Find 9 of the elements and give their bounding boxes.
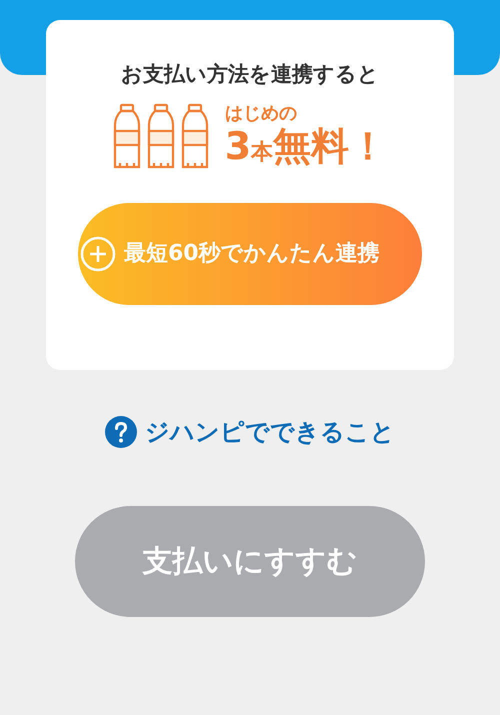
help-icon (105, 416, 137, 448)
plus-icon (80, 236, 116, 272)
help-link[interactable]: ジハンピでできること (145, 414, 395, 450)
offer-count: 3 (224, 127, 252, 166)
link-payment-button[interactable]: 最短60秒でかんたん連携 (78, 203, 422, 306)
card-title: お支払い方法を連携すると (120, 62, 380, 88)
offer-text: はじめの (224, 105, 298, 124)
offer-free-text: 無料！ (273, 127, 388, 166)
offer-unit: 本 (251, 140, 274, 166)
